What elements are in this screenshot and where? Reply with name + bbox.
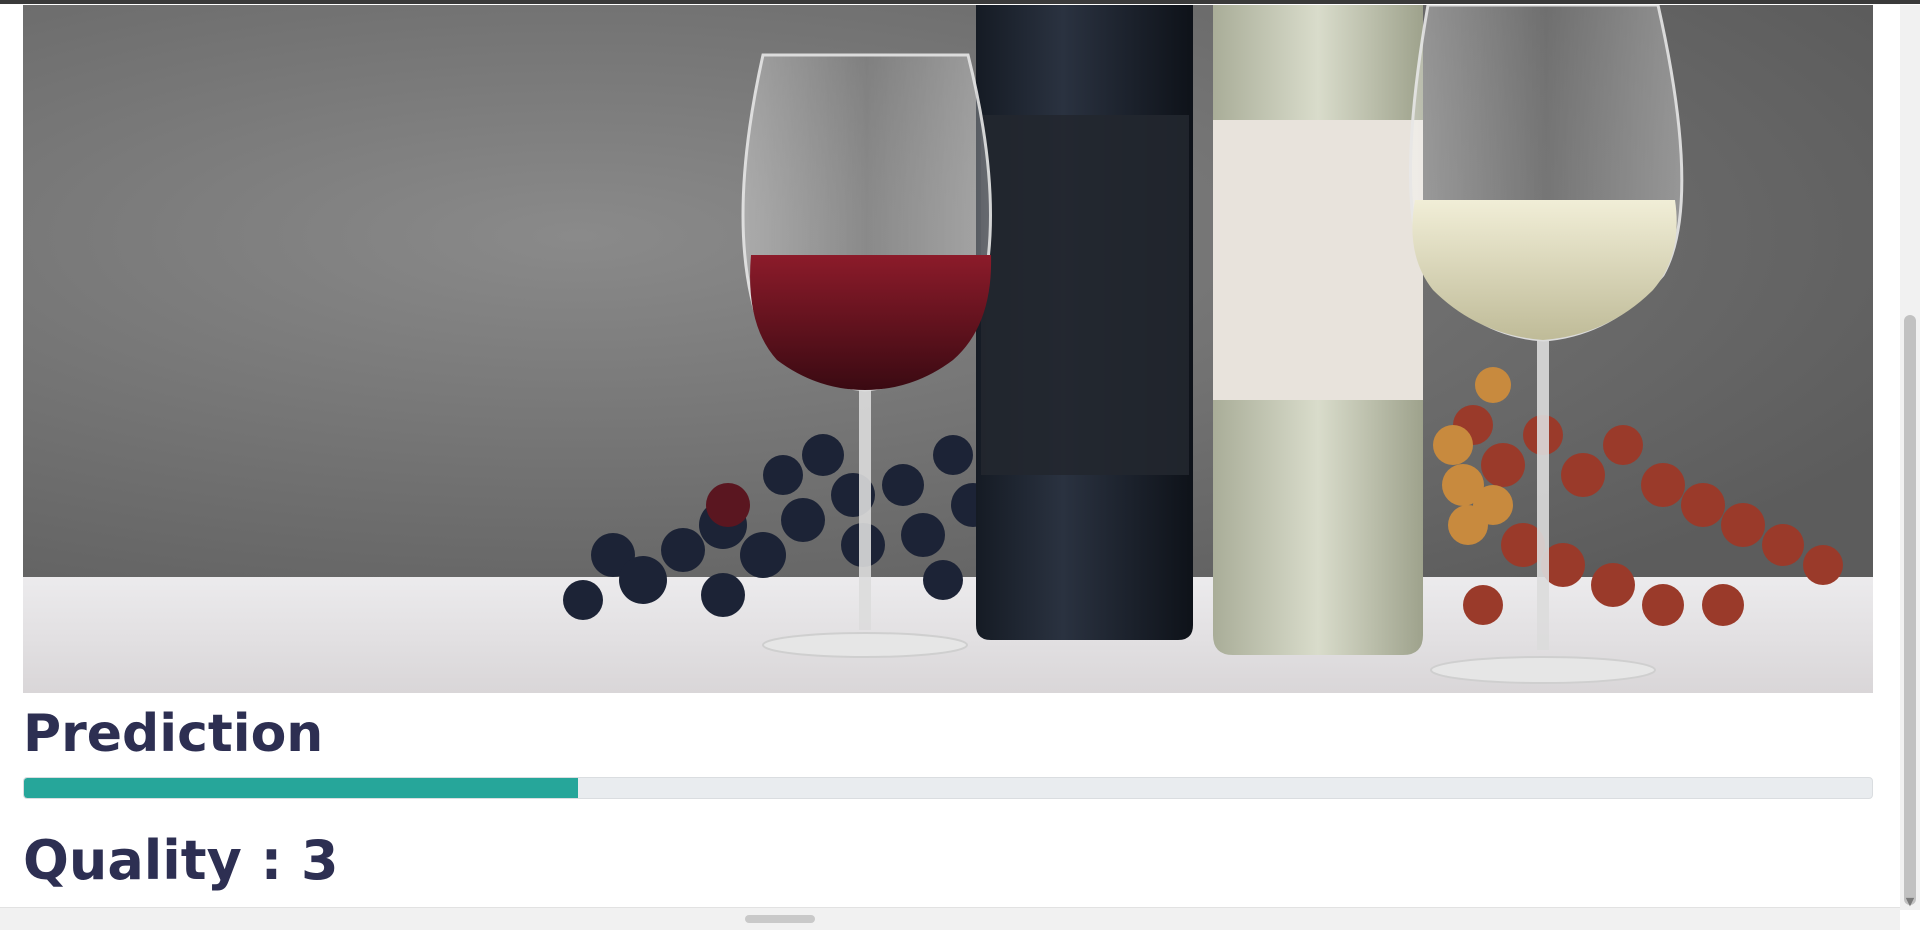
scroll-down-arrow-icon[interactable]: ▼ [1904, 896, 1916, 908]
horizontal-scroll-thumb[interactable] [745, 915, 815, 923]
quality-result: Quality : 3 [23, 829, 339, 892]
vertical-scrollbar[interactable]: ▼ [1900, 5, 1920, 910]
wine-hero-image [23, 5, 1873, 693]
main-content: Prediction Quality : 3 [23, 5, 1873, 893]
prediction-heading: Prediction [23, 704, 324, 764]
vertical-scroll-thumb[interactable] [1904, 315, 1916, 905]
quality-progress-bar [23, 777, 1873, 799]
quality-progress-fill [24, 778, 579, 798]
window-top-border [0, 0, 1920, 4]
horizontal-scrollbar[interactable] [0, 907, 1900, 930]
